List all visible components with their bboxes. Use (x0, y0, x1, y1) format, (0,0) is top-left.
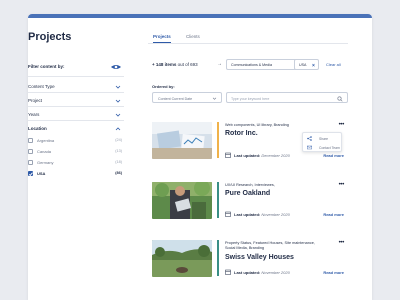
option-label: USA (37, 171, 46, 176)
mail-icon (307, 145, 312, 150)
sidebar-divider (28, 76, 124, 77)
location-option-argentina[interactable]: Argentina (24) (28, 138, 122, 145)
location-option-germany[interactable]: Germany (18) (28, 160, 122, 167)
results-count: + 148 items out of 693 (152, 62, 198, 67)
last-updated: Last updated: December 2020 (234, 152, 290, 158)
project-item-swiss-valley[interactable]: Property Status, Featured Houses, Site m… (152, 240, 348, 300)
project-tags: UX/UI Research, Interviewes, (225, 183, 275, 187)
menu-label: Contact Team (319, 145, 340, 150)
last-updated: Last updated: November 2020 (234, 211, 290, 217)
calendar-icon (225, 269, 231, 275)
last-updated: Last updated: November 2020 (234, 269, 290, 275)
project-tags: Web components, UI library, Branding (225, 123, 289, 127)
location-option-canada[interactable]: Canada (13) (28, 149, 122, 156)
option-label: Germany (37, 160, 54, 165)
checkbox[interactable] (28, 160, 33, 165)
accent-bar (217, 240, 219, 276)
accent-bar (217, 182, 219, 218)
clear-all-link[interactable]: Clear all (326, 62, 341, 67)
project-tags: Property Status, Featured Houses, Site m… (225, 241, 315, 250)
page-title: Projects (28, 31, 72, 43)
search-icon[interactable] (337, 95, 343, 102)
option-label: Argentina (37, 138, 55, 143)
sidebar-divider (28, 92, 124, 93)
project-thumbnail (152, 240, 212, 277)
more-options-icon[interactable]: ••• (339, 240, 345, 246)
calendar-icon (225, 211, 231, 217)
filter-section-location[interactable]: Location (28, 126, 47, 131)
share-menu: Share Contact Team (302, 132, 342, 152)
chevron-down-icon[interactable] (114, 112, 122, 118)
menu-label: Share (319, 136, 329, 141)
option-count: (18) (115, 160, 122, 164)
project-item-pure-oakland[interactable]: UX/UI Research, Interviewes, Pure Oaklan… (152, 182, 348, 248)
tab-clients[interactable]: Clients (186, 34, 200, 39)
chevron-up-icon[interactable] (114, 126, 122, 132)
project-title[interactable]: Pure Oakland (225, 190, 270, 197)
read-more-link[interactable]: Read more (323, 212, 344, 217)
checkbox-checked[interactable] (28, 171, 33, 176)
filter-label: Filter content by: (28, 64, 65, 69)
filter-chip-usa[interactable]: USA × (294, 59, 319, 70)
checkbox[interactable] (28, 138, 33, 143)
project-thumbnail (152, 122, 212, 159)
project-title[interactable]: Rotor Inc. (225, 130, 258, 137)
option-count: (24) (115, 138, 122, 142)
calendar-icon (225, 152, 231, 158)
checkbox[interactable] (28, 149, 33, 154)
sidebar-divider (28, 120, 124, 121)
share-icon (307, 136, 312, 141)
search-input[interactable] (231, 96, 331, 101)
option-count: (86) (115, 171, 122, 175)
sidebar-divider (28, 106, 124, 107)
chevron-down-icon[interactable] (114, 84, 122, 90)
chip-label: USA (299, 63, 307, 68)
tab-projects[interactable]: Projects (153, 34, 171, 39)
select-value: Content Current Date (158, 96, 193, 101)
project-title[interactable]: Swiss Valley Houses (225, 254, 294, 261)
chevron-down-icon[interactable] (114, 98, 122, 104)
order-select[interactable]: Content Current Date (152, 92, 222, 103)
menu-item-contact-team[interactable]: Contact Team (307, 144, 341, 151)
filter-section-content-type[interactable]: Content Type (28, 84, 55, 89)
filter-section-years[interactable]: Years (28, 112, 39, 117)
read-more-link[interactable]: Read more (323, 270, 344, 275)
search-box[interactable] (226, 92, 348, 103)
option-count: (13) (115, 149, 122, 153)
close-icon[interactable]: × (312, 63, 315, 69)
chip-label: Communications & Media (231, 63, 272, 68)
more-options-icon[interactable]: ••• (339, 122, 345, 128)
tabs-divider (148, 43, 348, 44)
eye-icon[interactable] (110, 64, 122, 70)
active-tab-indicator (153, 42, 171, 44)
project-thumbnail (152, 182, 212, 219)
arrow-icon: → (217, 61, 222, 67)
ordered-by-label: Ordered by: (152, 84, 175, 89)
accent-bar (217, 122, 219, 158)
menu-item-share[interactable]: Share (307, 135, 341, 142)
read-more-link[interactable]: Read more (323, 153, 344, 158)
filter-section-project[interactable]: Project (28, 98, 42, 103)
more-options-icon[interactable]: ••• (339, 182, 345, 188)
option-label: Canada (37, 149, 52, 154)
card-top-bar (28, 14, 372, 18)
location-option-usa[interactable]: USA (86) (28, 171, 122, 178)
chevron-down-icon (212, 97, 217, 100)
